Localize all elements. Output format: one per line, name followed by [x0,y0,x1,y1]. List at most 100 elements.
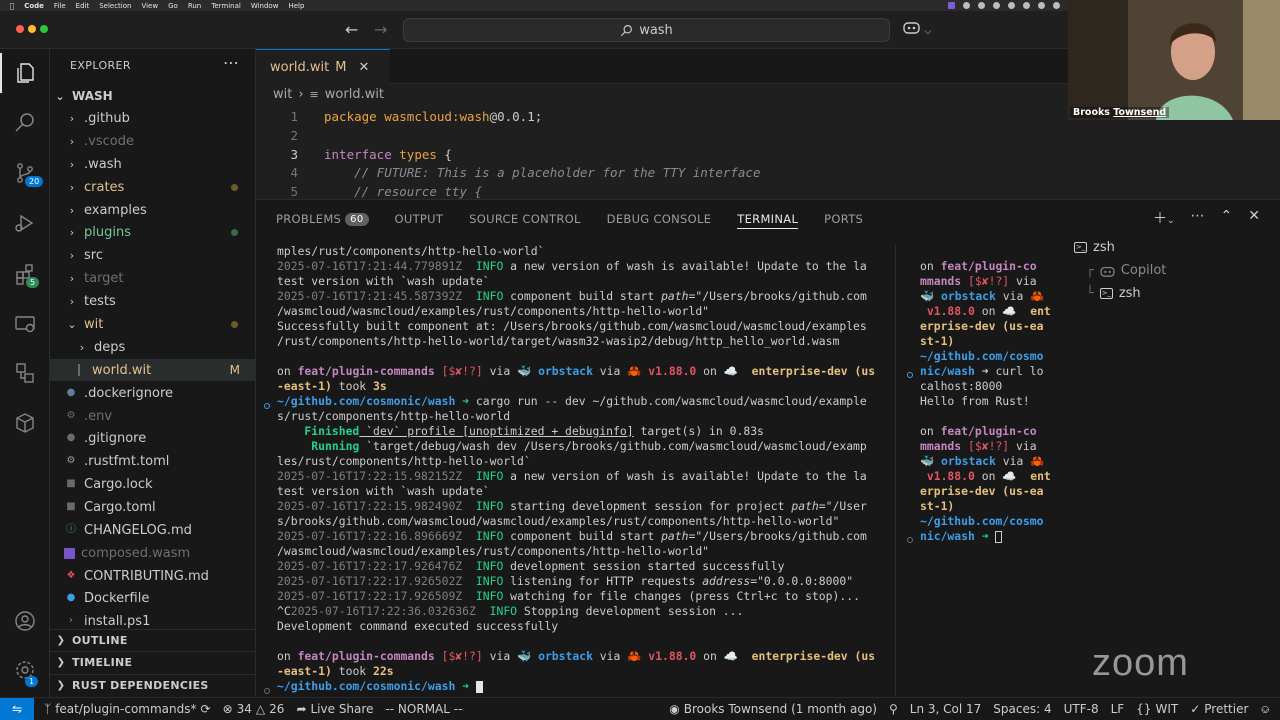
status-cursor-position[interactable]: Ln 3, Col 17 [904,702,988,716]
menu-edit[interactable]: Edit [76,2,90,10]
command-decoration-icon[interactable] [907,372,913,378]
status-problems[interactable]: ⊗ 34 △ 26 [217,702,291,716]
status-git-blame[interactable]: ◉ Brooks Townsend (1 month ago) [663,702,883,716]
status-branch[interactable]: ᛉ feat/plugin-commands* ⟳ [34,702,217,716]
status-prettier[interactable]: ✓ Prettier [1184,702,1254,716]
command-decoration-icon[interactable] [264,688,270,694]
control-center-icon[interactable] [1053,2,1060,9]
record-status-icon[interactable] [978,2,985,9]
menu-file[interactable]: File [54,2,66,10]
menu-app-name[interactable]: Code [24,2,44,10]
activity-docker[interactable] [0,403,50,443]
status-live-share[interactable]: ➦ Live Share [290,702,379,716]
terminal-tab-zsh-2[interactable]: └ >_ zsh [1074,282,1274,305]
code-line[interactable]: 2 [256,126,1068,145]
status-indentation[interactable]: Spaces: 4 [987,702,1057,716]
tree-file-dockerfile[interactable]: ● Dockerfile [50,587,256,609]
tab-terminal[interactable]: TERMINAL [737,209,799,229]
tab-world-wit[interactable]: world.wit M ✕ [256,49,390,84]
tree-file-rustfmt[interactable]: ⚙ .rustfmt.toml [50,450,256,472]
tree-folder-wash[interactable]: › .wash [50,153,256,175]
tree-file-cargo-toml[interactable]: ■ Cargo.toml [50,496,256,518]
tree-file-composed-wasm[interactable]: composed.wasm [50,542,256,564]
tree-folder-github[interactable]: › .github [50,107,256,129]
menu-window[interactable]: Window [251,2,279,10]
terminal-main[interactable]: mples/rust/components/http-hello-world` … [277,244,881,698]
tree-file-changelog[interactable]: ⓘ CHANGELOG.md [50,519,256,541]
menu-go[interactable]: Go [168,2,178,10]
minimize-window-button[interactable] [28,25,36,33]
back-arrow-icon[interactable]: ← [345,20,358,39]
status-eol[interactable]: LF [1105,702,1131,716]
menu-selection[interactable]: Selection [99,2,131,10]
status-zoom[interactable]: ⚲ [883,702,904,716]
terminal-tab-zsh[interactable]: >_ zsh [1074,236,1274,259]
activity-extensions[interactable]: 5 [0,254,50,294]
tree-file-gitignore[interactable]: ● .gitignore [50,427,256,449]
remote-indicator[interactable]: ⇋ [0,697,34,720]
more-actions-icon[interactable]: ⋯ [1191,208,1205,228]
rust-dependencies-section[interactable]: ❯ RUST DEPENDENCIES [50,674,256,696]
status-language[interactable]: {} WIT [1130,702,1184,716]
tree-file-env[interactable]: ⚙ .env [50,405,256,427]
code-line[interactable]: 1 package wasmcloud:wash@0.0.1; [256,107,1068,126]
menu-run[interactable]: Run [188,2,201,10]
battery-status-icon[interactable] [1008,2,1015,9]
tree-folder-deps[interactable]: › deps [50,336,256,358]
apple-logo-icon[interactable]:  [10,2,14,10]
maximize-window-button[interactable] [40,25,48,33]
activity-containers[interactable] [0,353,50,393]
search-status-icon[interactable] [1038,2,1045,9]
close-icon[interactable]: ✕ [359,60,370,75]
tree-file-contributing[interactable]: ❖ CONTRIBUTING.md [50,565,256,587]
tree-folder-crates[interactable]: › crates [50,176,256,198]
activity-accounts[interactable] [0,601,50,641]
terminal-tab-copilot[interactable]: ┌ Copilot [1074,259,1274,282]
globe-status-icon[interactable] [993,2,1000,9]
tree-folder-tests[interactable]: › tests [50,290,256,312]
command-center-search[interactable]: wash [403,18,890,42]
code-line[interactable]: 5 // resource tty { [256,182,1068,199]
tab-problems[interactable]: PROBLEMS 60 [276,209,369,229]
activity-explorer[interactable] [0,53,50,93]
code-line[interactable]: 3 interface types { [256,145,1068,164]
code-line[interactable]: 4 // FUTURE: This is a placeholder for t… [256,163,1068,182]
tree-folder-plugins[interactable]: › plugins [50,221,256,243]
outline-section[interactable]: ❯ OUTLINE [50,629,256,651]
zoom-status-icon[interactable] [948,2,955,9]
more-actions-icon[interactable]: ⋯ [223,53,239,72]
tree-file-cargo-lock[interactable]: ■ Cargo.lock [50,473,256,495]
breadcrumb-file[interactable]: world.wit [325,87,384,102]
terminal-split-divider[interactable] [895,244,896,698]
copilot-menu-button[interactable]: ⌵ [903,20,931,38]
tree-folder-src[interactable]: › src [50,244,256,266]
close-window-button[interactable] [16,25,24,33]
tab-output[interactable]: OUTPUT [395,209,444,229]
tree-file-world-wit[interactable]: world.wit M [50,359,256,381]
tab-ports[interactable]: PORTS [824,209,863,229]
tree-folder-vscode[interactable]: › .vscode [50,130,256,152]
activity-run-debug[interactable] [0,203,50,243]
cloud-status-icon[interactable] [963,2,970,9]
wifi-status-icon[interactable] [1023,2,1030,9]
tab-source-control[interactable]: SOURCE CONTROL [469,209,581,229]
maximize-panel-icon[interactable]: ⌃ [1221,208,1233,228]
menu-view[interactable]: View [141,2,158,10]
close-panel-icon[interactable]: ✕ [1248,208,1260,228]
command-decoration-icon[interactable] [907,537,913,543]
tab-debug-console[interactable]: DEBUG CONSOLE [607,209,712,229]
tree-folder-examples[interactable]: › examples [50,199,256,221]
tree-file-dockerignore[interactable]: ● .dockerignore [50,382,256,404]
breadcrumb-folder[interactable]: wit [273,87,292,102]
status-encoding[interactable]: UTF-8 [1058,702,1105,716]
terminal-split[interactable]: on feat/plugin-co mmands [$✘!?] via 🐳 or… [920,244,1060,574]
forward-arrow-icon[interactable]: → [374,20,387,39]
timeline-section[interactable]: ❯ TIMELINE [50,651,256,673]
menu-terminal[interactable]: Terminal [211,2,241,10]
explorer-root-folder[interactable]: ⌄ WASH [50,85,256,107]
menu-help[interactable]: Help [288,2,304,10]
tree-folder-target[interactable]: › target [50,267,256,289]
status-notifications[interactable]: ⎉ [1254,702,1280,717]
command-decoration-icon[interactable] [264,403,270,409]
new-terminal-icon[interactable]: ＋⌄ [1153,208,1175,228]
